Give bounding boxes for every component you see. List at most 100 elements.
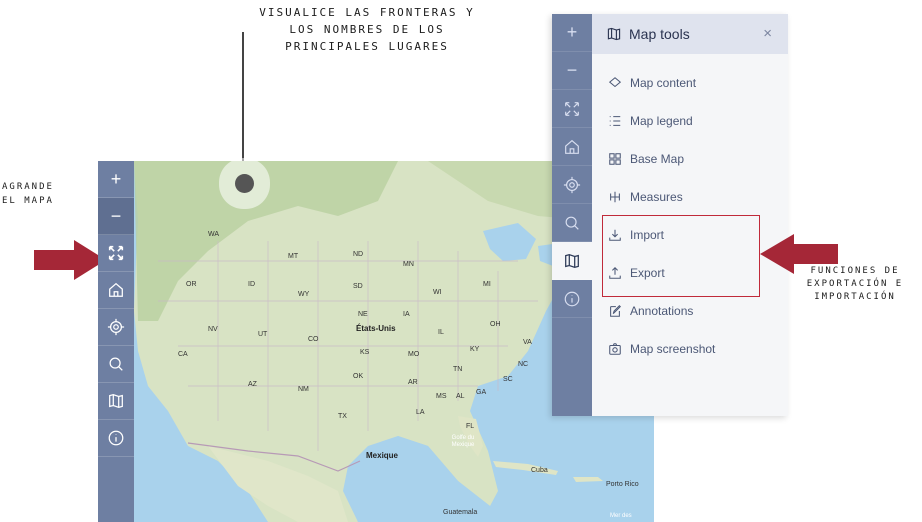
state-label: OR — [186, 281, 197, 288]
zoom-in-button[interactable]: + — [552, 14, 592, 52]
panel-title: Map tools — [629, 26, 690, 42]
map-icon — [565, 253, 579, 268]
panel-toolbar: + − — [552, 14, 592, 416]
map-label-mexico: Mexique — [366, 451, 399, 460]
state-label: MO — [408, 351, 420, 358]
map-icon — [607, 27, 621, 41]
menu-item-label: Annotations — [630, 304, 694, 318]
state-label: KY — [470, 346, 480, 353]
info-button[interactable] — [552, 280, 592, 318]
state-label: MS — [436, 393, 447, 400]
panel-header: Map tools × — [592, 14, 788, 54]
home-icon — [565, 139, 579, 154]
state-label: IA — [403, 311, 410, 318]
state-label: CO — [308, 336, 319, 343]
import-export-highlight — [602, 215, 760, 297]
locate-icon — [563, 176, 581, 193]
state-label: AR — [408, 379, 418, 386]
zoom-out-button[interactable]: − — [552, 52, 592, 90]
zoom-out-label: − — [566, 60, 578, 80]
state-label: WY — [298, 291, 310, 298]
map-label-usa: États-Unis — [356, 324, 396, 333]
map-label-puerto-rico: Porto Rico — [606, 481, 639, 488]
state-label: MN — [403, 261, 414, 268]
annotation-borders-names: Visualice las fronteras y los nombres de… — [259, 6, 475, 53]
state-label: NE — [358, 311, 368, 318]
state-label: OH — [490, 321, 501, 328]
map-label-sea: Mer des — [610, 513, 632, 519]
annotation-enlarge-map: Agrande el mapa — [2, 182, 54, 206]
state-label: AL — [456, 393, 465, 400]
menu-item-label: Base Map — [630, 152, 685, 166]
state-label: CA — [178, 351, 188, 358]
fullscreen-icon — [108, 245, 124, 261]
search-button[interactable] — [552, 204, 592, 242]
menu-item-label: Map content — [630, 76, 697, 90]
state-label: GA — [476, 389, 487, 396]
zoom-in-label: + — [566, 22, 578, 42]
state-label: SD — [353, 283, 363, 290]
fullscreen-button[interactable] — [552, 90, 592, 128]
map-icon — [109, 394, 123, 408]
state-label: AZ — [248, 381, 257, 388]
menu-item-map-screenshot[interactable]: Map screenshot — [592, 330, 788, 368]
state-label: LA — [416, 409, 425, 416]
state-label: IL — [438, 329, 444, 336]
zoom-out-label: − — [110, 205, 122, 226]
locate-button[interactable] — [98, 309, 134, 346]
info-icon — [564, 291, 580, 306]
state-label: KS — [360, 349, 370, 356]
menu-item-map-legend[interactable]: Map legend — [592, 102, 788, 140]
zoom-out-button[interactable]: − — [98, 198, 134, 235]
annotation-import-export: Funciones de exportación e importación — [806, 266, 904, 302]
zoom-in-label: + — [110, 168, 122, 189]
state-label: ND — [353, 251, 364, 258]
state-label: UT — [258, 331, 268, 338]
home-icon — [109, 282, 123, 297]
state-label: VA — [523, 339, 532, 346]
info-button[interactable] — [98, 420, 134, 457]
edit-icon — [610, 305, 621, 317]
menu-item-measures[interactable]: Measures — [592, 178, 788, 216]
map-tools-button[interactable] — [98, 383, 134, 420]
state-label: WA — [208, 231, 220, 238]
menu-item-label: Map screenshot — [630, 342, 716, 356]
camera-icon — [609, 343, 621, 355]
state-label: NC — [518, 361, 529, 368]
state-label: FL — [466, 423, 475, 430]
map-toolbar: + − — [98, 161, 134, 522]
fullscreen-button[interactable] — [98, 235, 134, 272]
menu-item-annotations[interactable]: Annotations — [592, 292, 788, 330]
menu-item-label: Measures — [630, 190, 683, 204]
home-button[interactable] — [98, 272, 134, 309]
state-label: MI — [483, 281, 491, 288]
layers-icon — [608, 77, 622, 88]
state-label: WI — [433, 289, 442, 296]
state-label: NV — [208, 326, 218, 333]
menu-item-label: Map legend — [630, 114, 693, 128]
home-button[interactable] — [552, 128, 592, 166]
state-label: MT — [288, 253, 299, 260]
locate-button[interactable] — [552, 166, 592, 204]
state-label: TX — [338, 413, 347, 420]
search-icon — [565, 216, 579, 230]
fullscreen-icon — [565, 101, 579, 116]
search-icon — [109, 357, 123, 371]
arrow-right-icon — [34, 240, 106, 280]
map-tools-button[interactable] — [552, 242, 592, 280]
state-label: ID — [248, 281, 255, 288]
state-label: TN — [453, 366, 463, 373]
state-label: SC — [503, 376, 513, 383]
menu-item-map-content[interactable]: Map content — [592, 64, 788, 102]
zoom-in-button[interactable]: + — [98, 161, 134, 198]
info-icon — [108, 430, 124, 446]
menu-item-base-map[interactable]: Base Map — [592, 140, 788, 178]
locate-icon — [107, 318, 125, 336]
close-button[interactable]: × — [763, 25, 772, 42]
search-button[interactable] — [98, 346, 134, 383]
map-marker[interactable] — [235, 174, 254, 193]
map-label-cuba: Cuba — [531, 467, 548, 474]
map-label-gulf: Golfe du Mexique — [451, 435, 475, 448]
legend-icon — [609, 116, 621, 126]
state-label: OK — [353, 373, 364, 380]
